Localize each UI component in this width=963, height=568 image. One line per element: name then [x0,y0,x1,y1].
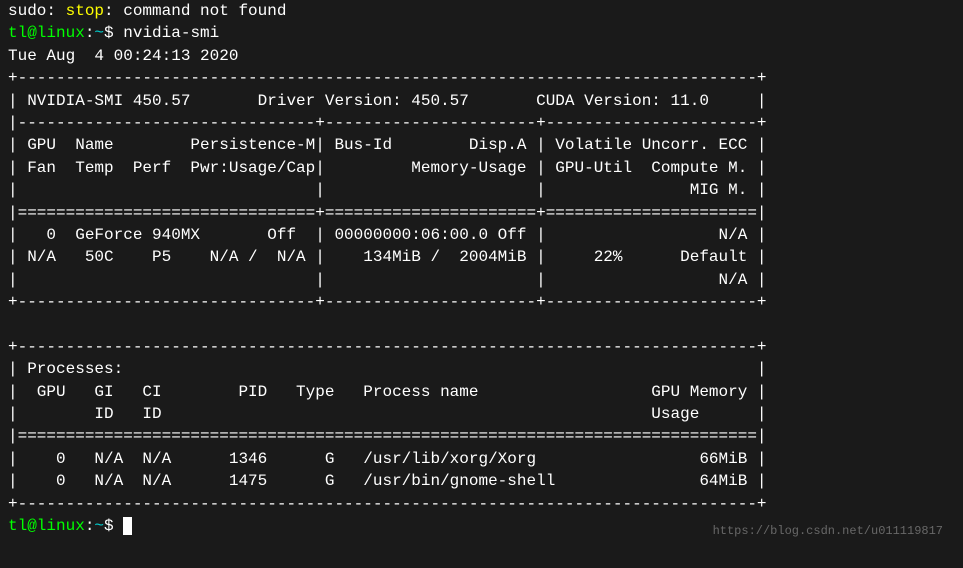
proc-sep: |=======================================… [8,427,767,445]
prompt-sep: : [85,24,95,42]
smi-col-header2: | Fan Temp Perf Pwr:Usage/Cap| Memory-Us… [8,159,767,177]
proc-row1: | 0 N/A N/A 1346 G /usr/lib/xorg/Xorg 66… [8,450,767,468]
smi-gpu-row2: | N/A 50C P5 N/A / N/A | 134MiB / 2004Mi… [8,248,767,266]
command-text: nvidia-smi [123,24,219,42]
smi-gpu-row3: | | | N/A | [8,271,767,289]
smi-border-bot: +-------------------------------+-------… [8,293,767,311]
smi-sep-double: |===============================+=======… [8,204,767,222]
sudo-error-cmd: stop [66,2,104,20]
smi-col-header1: | GPU Name Persistence-M| Bus-Id Disp.A … [8,136,767,154]
smi-border-top: +---------------------------------------… [8,69,767,87]
watermark: https://blog.csdn.net/u011119817 [713,523,943,540]
prompt-path: ~ [94,24,104,42]
terminal-output[interactable]: sudo: stop: command not found tl@linux:~… [0,0,963,537]
timestamp-line: Tue Aug 4 00:24:13 2020 [8,47,238,65]
sudo-error-suffix: : command not found [104,2,286,20]
proc-header1: | GPU GI CI PID Type Process name GPU Me… [8,383,767,401]
proc-border-bot: +---------------------------------------… [8,495,767,513]
proc-row2: | 0 N/A N/A 1475 G /usr/bin/gnome-shell … [8,472,767,490]
smi-gpu-row1: | 0 GeForce 940MX Off | 00000000:06:00.0… [8,226,767,244]
prompt-dollar: $ [104,24,123,42]
sudo-error-prefix: sudo: [8,2,66,20]
smi-header: | NVIDIA-SMI 450.57 Driver Version: 450.… [8,92,767,110]
smi-col-header3: | | | MIG M. | [8,181,767,199]
cursor[interactable] [123,517,132,535]
smi-sep-inner: |-------------------------------+-------… [8,114,767,132]
proc-header2: | ID ID Usage | [8,405,767,423]
prompt-userhost: tl@linux [8,24,85,42]
proc-title: | Processes: | [8,360,767,378]
proc-border-top: +---------------------------------------… [8,338,767,356]
prompt-userhost-2: tl@linux [8,517,85,535]
